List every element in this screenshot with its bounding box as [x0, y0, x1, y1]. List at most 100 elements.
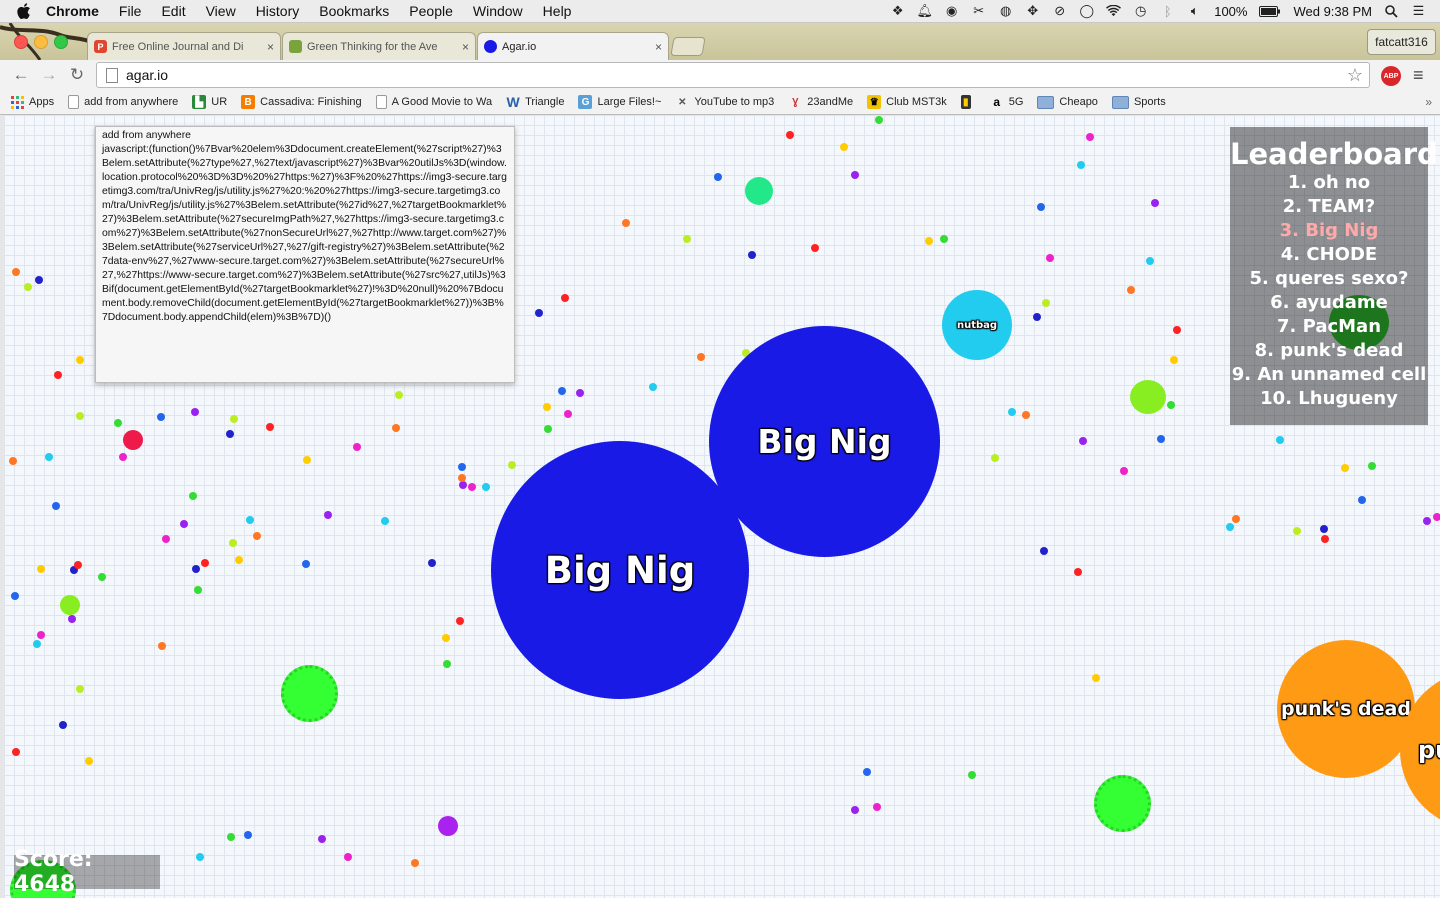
- menu-people[interactable]: People: [409, 3, 453, 19]
- bookmark-label: 5G: [1008, 96, 1024, 108]
- window-minimize-button[interactable]: [34, 35, 48, 49]
- bookmark-label: Large Files!~: [597, 96, 662, 108]
- globe-icon[interactable]: ◍: [998, 3, 1013, 19]
- bookmark-triangle[interactable]: W Triangle: [506, 94, 565, 110]
- cell-name: nutbag: [956, 319, 998, 331]
- adblock-plus-icon[interactable]: ABP: [1381, 66, 1401, 86]
- food-pellet: [564, 410, 572, 418]
- food-pellet: [458, 474, 466, 482]
- bookmark-good-movie[interactable]: A Good Movie to Wa: [375, 95, 492, 109]
- food-pellet: [714, 173, 722, 181]
- food-pellet: [226, 430, 234, 438]
- bookmark-device[interactable]: ▮: [960, 95, 976, 109]
- food-pellet: [157, 413, 165, 421]
- bookmark-ur[interactable]: ▙ UR: [192, 95, 227, 109]
- dropbox-icon[interactable]: ❖: [890, 3, 905, 19]
- food-pellet: [576, 389, 584, 397]
- macos-menubar: Chrome File Edit View History Bookmarks …: [0, 0, 1440, 23]
- food-pellet: [392, 424, 400, 432]
- forward-arrow-icon[interactable]: →: [38, 64, 60, 86]
- bluetooth-icon[interactable]: ᛒ: [1160, 4, 1175, 19]
- notification-center-icon[interactable]: ☰: [1411, 3, 1426, 19]
- profile-button[interactable]: fatcatt316: [1367, 29, 1436, 55]
- new-tab-button[interactable]: [670, 37, 706, 56]
- bookmark-youtube-mp3[interactable]: ✕ YouTube to mp3: [675, 95, 774, 109]
- bookmarks-overflow-icon[interactable]: »: [1425, 95, 1432, 109]
- tab-close-icon[interactable]: ×: [655, 40, 662, 54]
- food-pellet: [235, 556, 243, 564]
- bookmark-label: Cassadiva: Finishing: [260, 96, 362, 108]
- bookmark-5g[interactable]: a 5G: [990, 95, 1024, 109]
- tab-agario[interactable]: Agar.io ×: [477, 32, 669, 60]
- bookmark-label: Apps: [29, 96, 55, 108]
- spotlight-search-icon[interactable]: [1384, 4, 1399, 19]
- bookmark-23andme[interactable]: Ɣ 23andMe: [788, 95, 853, 109]
- window-close-button[interactable]: [14, 35, 28, 49]
- leaderboard-entry: 9. An unnamed cell: [1231, 364, 1427, 385]
- wifi-icon[interactable]: [1106, 4, 1122, 19]
- small-enemy-cell: [123, 430, 143, 450]
- small-enemy-cell: [1130, 380, 1166, 414]
- food-pellet: [535, 309, 543, 317]
- virus: [281, 665, 338, 722]
- bookmark-cassadiva[interactable]: B Cassadiva: Finishing: [241, 95, 362, 109]
- virus: [1094, 775, 1151, 832]
- food-pellet: [12, 748, 20, 756]
- food-pellet: [74, 561, 82, 569]
- url-text[interactable]: agar.io: [126, 67, 168, 83]
- small-enemy-cell: [60, 595, 80, 615]
- page-icon: [375, 95, 387, 109]
- window-zoom-button[interactable]: [54, 35, 68, 49]
- food-pellet: [1042, 299, 1050, 307]
- menu-file[interactable]: File: [119, 3, 142, 19]
- food-pellet: [458, 463, 466, 471]
- blogger-icon: B: [241, 95, 256, 109]
- apple-menu-icon[interactable]: [16, 3, 32, 19]
- food-pellet: [303, 456, 311, 464]
- food-pellet: [851, 171, 859, 179]
- food-pellet: [786, 131, 794, 139]
- menu-window[interactable]: Window: [473, 3, 523, 19]
- tab-green-thinking[interactable]: Green Thinking for the Ave ×: [282, 32, 476, 60]
- bookmarks-bar: Apps add from anywhere ▙ UR B Cassadiva:…: [0, 90, 1440, 115]
- food-pellet: [1040, 547, 1048, 555]
- leaderboard: Leaderboard 1. oh no 2. TEAM? 3. Big Nig…: [1230, 127, 1438, 425]
- bookmark-club-mst3k[interactable]: ♛ Club MST3k: [867, 95, 947, 109]
- menu-history[interactable]: History: [256, 3, 300, 19]
- tools-icon: ✕: [678, 96, 687, 108]
- vpn-icon[interactable]: ◉: [944, 3, 959, 19]
- menu-app-chrome[interactable]: Chrome: [46, 3, 99, 19]
- food-pellet: [851, 806, 859, 814]
- bookmark-folder-cheapo[interactable]: Cheapo: [1037, 95, 1098, 109]
- tab-journal[interactable]: P Free Online Journal and Di ×: [87, 32, 281, 60]
- chrome-menu-icon[interactable]: ≡: [1413, 65, 1431, 86]
- notification-bell-icon[interactable]: 🔔︎: [916, 3, 933, 19]
- clock[interactable]: Wed 9:38 PM: [1293, 4, 1372, 19]
- bookmark-apps[interactable]: Apps: [10, 95, 54, 109]
- menu-help[interactable]: Help: [543, 3, 572, 19]
- menu-edit[interactable]: Edit: [161, 3, 185, 19]
- bookmark-add-from-anywhere[interactable]: add from anywhere: [68, 95, 178, 109]
- reload-icon[interactable]: ↻: [66, 64, 88, 86]
- volume-icon[interactable]: 🔈︎: [1187, 3, 1202, 19]
- leaderboard-entry: 6. ayudame: [1270, 292, 1388, 313]
- scissors-icon[interactable]: ✂: [971, 3, 986, 19]
- bookmark-folder-sports[interactable]: Sports: [1111, 95, 1166, 109]
- food-pellet: [230, 415, 238, 423]
- chat-bubble-icon[interactable]: ◯: [1079, 3, 1094, 19]
- bookmark-star-icon[interactable]: ☆: [1347, 65, 1363, 86]
- battery-icon[interactable]: [1259, 4, 1281, 19]
- food-pellet: [1167, 401, 1175, 409]
- circle-status-icon[interactable]: ⊘: [1052, 3, 1067, 19]
- food-pellet: [68, 615, 76, 623]
- bookmark-large-files[interactable]: G Large Files!~: [578, 95, 661, 109]
- time-machine-icon[interactable]: ◷: [1133, 3, 1148, 19]
- menu-bookmarks[interactable]: Bookmarks: [319, 3, 389, 19]
- leaderboard-entry-self: 3. Big Nig: [1279, 220, 1379, 241]
- menu-view[interactable]: View: [206, 3, 236, 19]
- move-icon[interactable]: ✥: [1025, 3, 1040, 19]
- tab-close-icon[interactable]: ×: [267, 40, 274, 54]
- tab-close-icon[interactable]: ×: [462, 40, 469, 54]
- address-bar[interactable]: agar.io ☆: [96, 62, 1370, 88]
- back-arrow-icon[interactable]: ←: [10, 64, 32, 86]
